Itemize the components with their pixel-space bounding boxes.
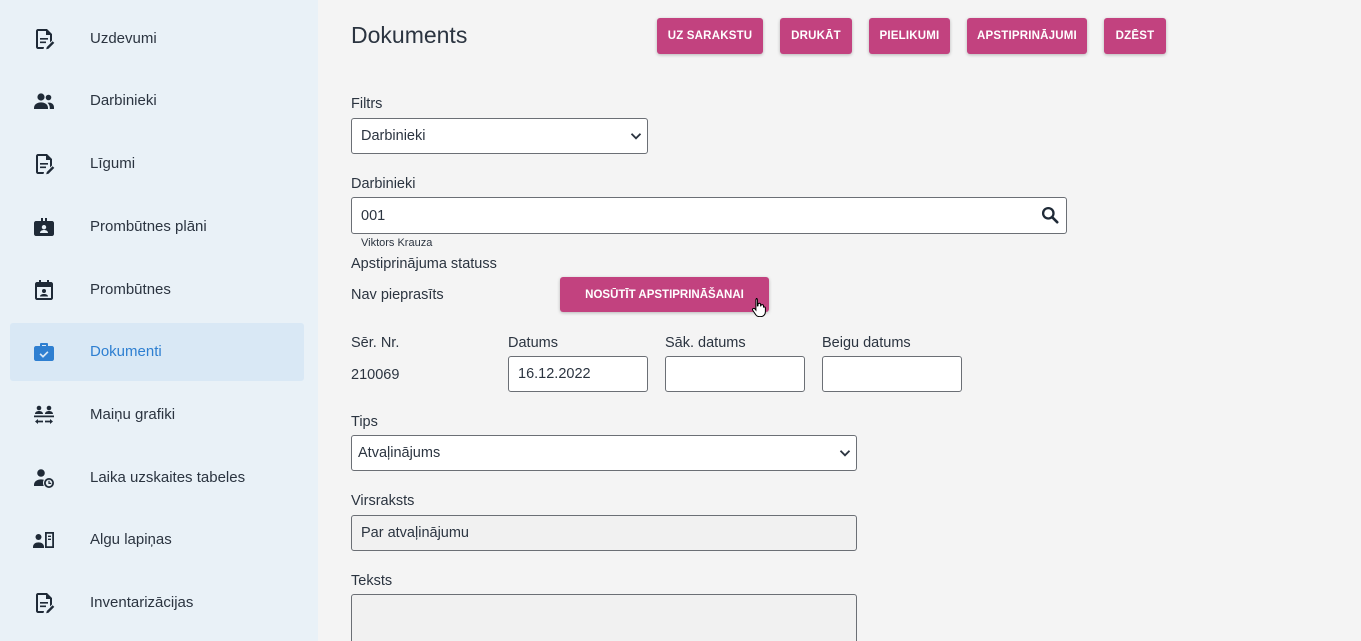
- end-date-label: Beigu datums: [822, 335, 911, 351]
- text-area[interactable]: [351, 594, 857, 641]
- employees-input[interactable]: 001: [351, 197, 1067, 234]
- calendar-person-icon: [32, 278, 56, 302]
- sidebar-item-label: Prombūtnes plāni: [90, 218, 207, 235]
- sidebar-item-ligumi[interactable]: Līgumi: [10, 135, 304, 193]
- sidebar-item-prombutnes-plani[interactable]: Prombūtnes plāni: [10, 198, 304, 256]
- approval-status-value: Nav pieprasīts: [351, 287, 444, 303]
- employee-name-hint: Viktors Krauza: [361, 237, 433, 249]
- serial-label: Sēr. Nr.: [351, 335, 400, 351]
- text-label: Teksts: [351, 573, 393, 589]
- type-label: Tips: [351, 414, 378, 430]
- search-icon[interactable]: [1041, 206, 1059, 224]
- sidebar-item-label: Uzdevumi: [90, 30, 157, 47]
- heading-value: Par atvaļinājumu: [361, 525, 469, 541]
- sidebar-item-label: Laika uzskaites tabeles: [90, 469, 246, 486]
- sidebar-item-label: Maiņu grafiki: [90, 406, 176, 423]
- sidebar-item-darbinieki[interactable]: Darbinieki: [10, 72, 304, 130]
- sidebar-item-uzdevumi[interactable]: Uzdevumi: [10, 10, 304, 68]
- serial-value: 210069: [351, 367, 400, 383]
- sidebar-item-label: Prombūtnes: [90, 281, 171, 298]
- filter-value: Darbinieki: [361, 128, 426, 144]
- document-edit-icon: [32, 27, 56, 51]
- start-date-label: Sāk. datums: [665, 335, 746, 351]
- sidebar: Uzdevumi Darbinieki Līgumi Prombūtnes pl…: [0, 0, 318, 641]
- end-date-field[interactable]: [822, 356, 962, 392]
- date-label: Datums: [508, 335, 558, 351]
- heading-input[interactable]: Par atvaļinājumu: [351, 515, 857, 551]
- print-button[interactable]: DRUKĀT: [780, 18, 852, 54]
- sidebar-item-inventarizacijas[interactable]: Inventarizācijas: [10, 574, 304, 632]
- employees-label: Darbinieki: [351, 176, 416, 192]
- page-title: Dokuments: [351, 22, 468, 48]
- type-value: Atvaļinājums: [358, 445, 441, 461]
- sidebar-item-prombutnes[interactable]: Prombūtnes: [10, 261, 304, 319]
- people-icon: [32, 89, 56, 113]
- heading-label: Virsraksts: [351, 493, 415, 509]
- shift-swap-icon: [32, 403, 56, 427]
- person-payslip-icon: [32, 528, 56, 552]
- approvals-button[interactable]: APSTIPRINĀJUMI: [967, 18, 1087, 54]
- sidebar-item-label: Dokumenti: [90, 343, 162, 360]
- main-content: Dokuments UZ SARAKSTU DRUKĀT PIELIKUMI A…: [318, 0, 1361, 641]
- send-for-approval-button[interactable]: NOSŪTĪT APSTIPRINĀŠANAI: [560, 277, 769, 312]
- sidebar-item-dokumenti[interactable]: Dokumenti: [10, 323, 304, 381]
- sidebar-item-label: Darbinieki: [90, 92, 157, 109]
- sidebar-item-mainu-grafiki[interactable]: Maiņu grafiki: [10, 386, 304, 444]
- filter-select[interactable]: Darbinieki: [351, 118, 648, 154]
- sidebar-item-label: Inventarizācijas: [90, 594, 194, 611]
- attachments-button[interactable]: PIELIKUMI: [869, 18, 950, 54]
- sidebar-item-label: Līgumi: [90, 155, 136, 172]
- hand-cursor-icon: [751, 297, 767, 318]
- chevron-down-icon: [839, 447, 851, 459]
- sidebar-item-laika-uzskaites-tabeles[interactable]: Laika uzskaites tabeles: [10, 449, 304, 507]
- person-clock-icon: [32, 466, 56, 490]
- sidebar-item-algu-lapinas[interactable]: Algu lapiņas: [10, 511, 304, 569]
- start-date-field[interactable]: [665, 356, 805, 392]
- type-select[interactable]: Atvaļinājums: [351, 435, 857, 471]
- delete-button[interactable]: DZĒST: [1104, 18, 1166, 54]
- briefcase-check-icon: [32, 340, 56, 364]
- document-edit-icon: [32, 152, 56, 176]
- employees-value: 001: [361, 207, 386, 224]
- date-value: 16.12.2022: [518, 366, 591, 382]
- sidebar-item-label: Algu lapiņas: [90, 531, 172, 548]
- date-field[interactable]: 16.12.2022: [508, 356, 648, 392]
- document-edit-icon: [32, 591, 56, 615]
- approval-status-label: Apstiprinājuma statuss: [351, 256, 497, 272]
- back-to-list-button[interactable]: UZ SARAKSTU: [657, 18, 763, 54]
- filter-label: Filtrs: [351, 96, 383, 112]
- chevron-down-icon: [630, 130, 642, 142]
- badge-briefcase-icon: [32, 215, 56, 239]
